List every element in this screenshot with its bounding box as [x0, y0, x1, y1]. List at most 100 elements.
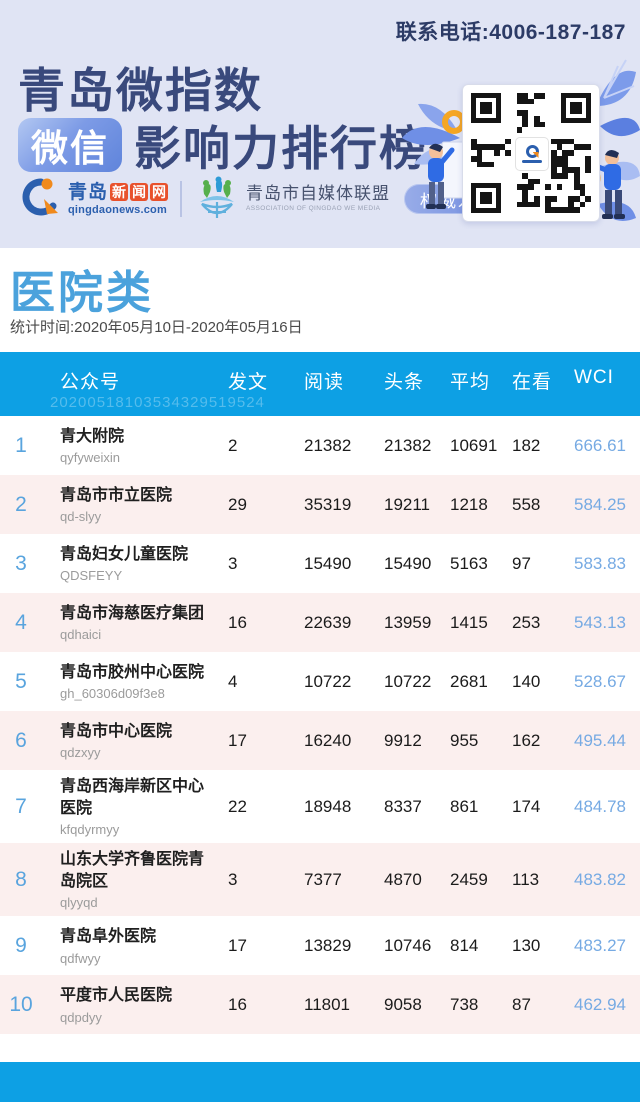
looking-value: 140 — [512, 671, 541, 691]
account-cell: 青岛市中心医院 qdzxyy — [60, 721, 228, 761]
account-cell: 青岛阜外医院 qdfwyy — [60, 926, 228, 966]
column-header-posts: 发文 — [228, 372, 269, 393]
account-name: 青岛市胶州中心医院 — [60, 663, 205, 681]
account-cell: 青岛市胶州中心医院 gh_60306d09f3e8 — [60, 662, 228, 702]
account-id: qd-slyy — [60, 509, 102, 525]
rank-number: 1 — [15, 433, 27, 457]
reads-value: 15490 — [304, 553, 352, 573]
looking-value: 253 — [512, 612, 541, 632]
qingdaonews-name-block: 闻 — [130, 183, 149, 201]
main-title-line2: 影响力排行榜 — [134, 122, 428, 175]
banner: 联系电话:4006-187-187 青岛微指数 微信 影响力排行榜 青岛 新 闻… — [0, 0, 640, 248]
looking-value: 162 — [512, 730, 541, 750]
posts-value: 4 — [228, 671, 238, 691]
account-name: 青岛妇女儿童医院 — [60, 545, 189, 563]
qingdaonews-logo-icon — [22, 178, 58, 216]
average-value: 955 — [450, 730, 479, 750]
table-row: 8 山东大学齐鲁医院青岛院区 qlyyqd 3 7377 4870 2459 1… — [0, 843, 640, 917]
average-value: 2459 — [450, 869, 488, 889]
account-name: 青岛阜外医院 — [60, 928, 157, 946]
qr-finder-icon — [561, 93, 591, 123]
reads-value: 7377 — [304, 869, 342, 889]
posts-value: 22 — [228, 796, 247, 816]
reads-value: 13829 — [304, 935, 352, 955]
table-row: 5 青岛市胶州中心医院 gh_60306d09f3e8 4 10722 1072… — [0, 652, 640, 711]
account-id: qdhaici — [60, 627, 102, 643]
qr-code — [462, 84, 600, 222]
wci-value: 666.61 — [574, 435, 626, 455]
rank-number: 2 — [15, 492, 27, 516]
wemedia-league-subtitle: ASSOCIATION OF QINGDAO WE MEDIA — [246, 205, 381, 213]
ranking-poster: 联系电话:4006-187-187 青岛微指数 微信 影响力排行榜 青岛 新 闻… — [0, 0, 640, 1102]
column-header-looking: 在看 — [512, 372, 553, 393]
wci-value: 495.44 — [574, 730, 626, 750]
column-header-reads: 阅读 — [304, 372, 345, 393]
account-id: qdzxyy — [60, 745, 101, 761]
column-header-wci: WCI — [574, 367, 614, 388]
category-section: 医院类 统计时间:2020年05月10日-2020年05月16日 — [0, 248, 640, 352]
looking-value: 558 — [512, 494, 541, 514]
qingdaonews-name-block: 新 — [110, 183, 129, 201]
wci-value: 484.78 — [574, 796, 626, 816]
looking-value: 113 — [512, 869, 540, 889]
rank-number: 4 — [15, 610, 27, 634]
rank-number: 6 — [15, 728, 27, 752]
headline-value: 4870 — [384, 869, 422, 889]
reads-value: 16240 — [304, 730, 352, 750]
account-name: 青岛市市立医院 — [60, 486, 173, 504]
posts-value: 16 — [228, 612, 247, 632]
table-row: 9 青岛阜外医院 qdfwyy 17 13829 10746 814 130 4… — [0, 916, 640, 976]
looking-value: 87 — [512, 994, 531, 1014]
table-row: 7 青岛西海岸新区中心医院 kfqdyrmyy 22 18948 8337 86… — [0, 770, 640, 844]
account-cell: 青岛市海慈医疗集团 qdhaici — [60, 603, 228, 643]
headline-value: 9912 — [384, 730, 422, 750]
posts-value: 17 — [228, 935, 247, 955]
account-id: qyfyweixin — [60, 450, 120, 466]
account-id: qdfwyy — [60, 950, 101, 966]
table-row: 2 青岛市市立医院 qd-slyy 29 35319 19211 1218 55… — [0, 475, 640, 534]
table-row: 4 青岛市海慈医疗集团 qdhaici 16 22639 13959 1415 … — [0, 593, 640, 652]
account-cell: 山东大学齐鲁医院青岛院区 qlyyqd — [60, 849, 228, 910]
wemedia-league-logo-icon — [200, 176, 235, 218]
average-value: 1415 — [450, 612, 488, 632]
headline-value: 9058 — [384, 994, 422, 1014]
column-header-average: 平均 — [450, 372, 491, 393]
wci-value: 483.82 — [574, 869, 626, 889]
qr-illustration — [390, 46, 640, 246]
account-name: 山东大学齐鲁医院青岛院区 — [60, 851, 205, 890]
column-header-account: 公众号 — [60, 372, 121, 393]
logo-divider — [180, 181, 183, 217]
reads-value: 22639 — [304, 612, 352, 632]
account-id: qlyyqd — [60, 895, 98, 911]
qr-finder-icon — [471, 93, 501, 123]
rank-number: 9 — [15, 933, 27, 957]
posts-value: 3 — [228, 869, 238, 889]
headline-value: 10746 — [384, 935, 432, 955]
wci-value: 483.27 — [574, 935, 626, 955]
rank-number: 3 — [15, 551, 27, 575]
headline-value: 21382 — [384, 435, 432, 455]
posts-value: 3 — [228, 553, 238, 573]
rank-number: 8 — [15, 867, 27, 891]
reads-value: 18948 — [304, 796, 352, 816]
wechat-badge: 微信 — [18, 117, 122, 172]
account-name: 青岛西海岸新区中心医院 — [60, 778, 205, 817]
account-cell: 青大附院 qyfyweixin — [60, 426, 228, 466]
account-name: 青岛市海慈医疗集团 — [60, 604, 205, 622]
qingdaonews-name-blue: 青岛 — [68, 181, 109, 203]
average-value: 861 — [450, 796, 479, 816]
qingdaonews-logo-text: 青岛 新 闻 网 qingdaonews.com — [68, 181, 169, 216]
account-id: QDSFEYY — [60, 568, 123, 584]
rank-number: 5 — [15, 669, 27, 693]
table-header: 公众号 发文 阅读 头条 平均 在看 WCI 20200518103534329… — [0, 352, 640, 416]
table-row: 6 青岛市中心医院 qdzxyy 17 16240 9912 955 162 4… — [0, 711, 640, 770]
account-name: 青岛市中心医院 — [60, 722, 173, 740]
wci-value: 543.13 — [574, 612, 626, 632]
qr-finder-icon — [471, 183, 501, 213]
account-id: qdpdyy — [60, 1009, 102, 1025]
rank-number: 10 — [9, 992, 33, 1016]
account-cell: 平度市人民医院 qdpdyy — [60, 985, 228, 1025]
posts-value: 2 — [228, 435, 238, 455]
reads-value: 10722 — [304, 671, 352, 691]
average-value: 814 — [450, 935, 479, 955]
